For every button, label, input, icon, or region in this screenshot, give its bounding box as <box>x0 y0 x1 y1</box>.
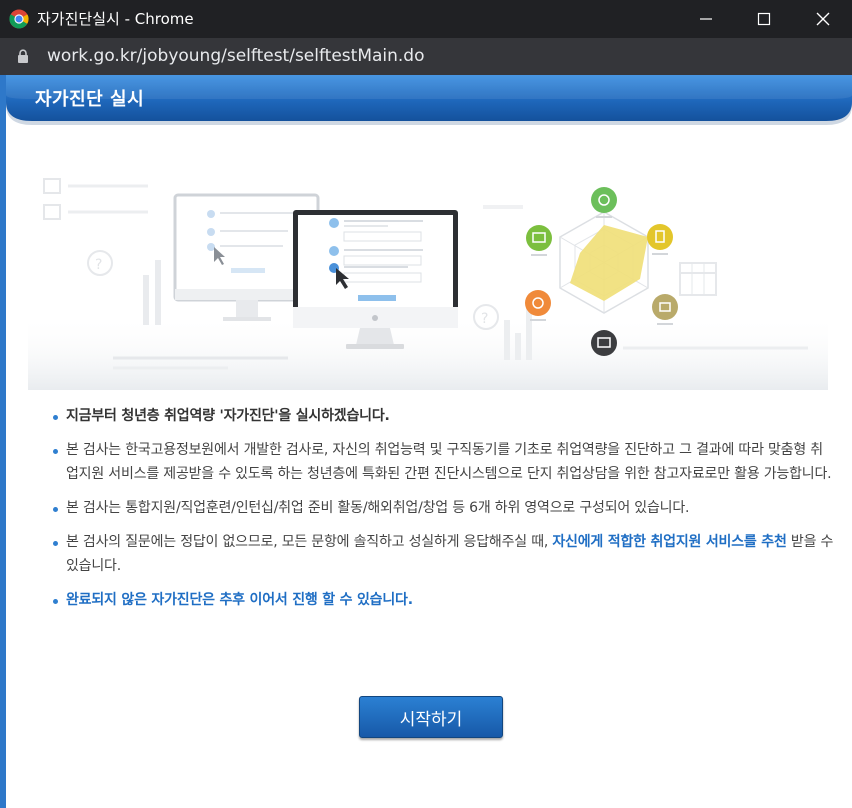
description-text: 본 검사는 한국고용정보원에서 개발한 검사로, 자신의 취업능력 및 구직동기… <box>66 442 832 482</box>
svg-text:?: ? <box>481 311 488 327</box>
self-test-illustration: ? ? <box>28 178 828 390</box>
sections-text: 본 검사는 통합지원/직업훈련/인턴십/취업 준비 활동/해외취업/창업 등 6… <box>66 500 690 516</box>
chrome-icon <box>9 9 29 29</box>
close-icon <box>816 12 830 26</box>
maximize-icon <box>757 12 771 26</box>
intro-text: 지금부터 청년층 취업역량 '자가진단'을 실시하겠습니다. <box>66 408 390 424</box>
window-title: 자가진단실시 - Chrome <box>37 10 194 28</box>
start-button[interactable]: 시작하기 <box>359 696 503 738</box>
minimize-button[interactable] <box>677 0 735 38</box>
list-item: 본 검사의 질문에는 정답이 없으므로, 모든 문항에 솔직하고 성실하게 응답… <box>50 530 835 578</box>
page-title: 자가진단 실시 <box>35 89 145 110</box>
page-left-edge <box>0 75 6 808</box>
instruction-list: 지금부터 청년층 취업역량 '자가진단'을 실시하겠습니다. 본 검사는 한국고… <box>50 404 835 622</box>
list-item: 본 검사는 통합지원/직업훈련/인턴십/취업 준비 활동/해외취업/창업 등 6… <box>50 496 835 520</box>
bullet-dot <box>53 507 58 512</box>
bullet-dot <box>53 541 58 546</box>
list-item: 지금부터 청년층 취업역량 '자가진단'을 실시하겠습니다. <box>50 404 835 428</box>
recommendation-highlight: 자신에게 적합한 취업지원 서비스를 추천 <box>552 534 787 550</box>
list-item: 본 검사는 한국고용정보원에서 개발한 검사로, 자신의 취업능력 및 구직동기… <box>50 438 835 486</box>
window-titlebar: 자가진단실시 - Chrome <box>0 0 852 38</box>
minimize-icon <box>700 18 712 20</box>
honesty-text: 본 검사의 질문에는 정답이 없으므로, 모든 문항에 솔직하고 성실하게 응답… <box>66 534 553 550</box>
url-text: work.go.kr/jobyoung/selftest/selftestMai… <box>47 46 425 66</box>
address-bar[interactable]: work.go.kr/jobyoung/selftest/selftestMai… <box>0 38 852 75</box>
page-header: 자가진단 실시 <box>6 75 852 127</box>
lock-icon <box>18 49 28 63</box>
bullet-dot <box>53 415 58 420</box>
resume-note-text: 완료되지 않은 자가진단은 추후 이어서 진행 할 수 있습니다. <box>66 592 413 608</box>
bullet-dot <box>53 449 58 454</box>
maximize-button[interactable] <box>735 0 793 38</box>
bullet-dot <box>53 599 58 604</box>
close-button[interactable] <box>794 0 852 38</box>
svg-text:?: ? <box>95 257 102 273</box>
list-item: 완료되지 않은 자가진단은 추후 이어서 진행 할 수 있습니다. <box>50 588 835 612</box>
